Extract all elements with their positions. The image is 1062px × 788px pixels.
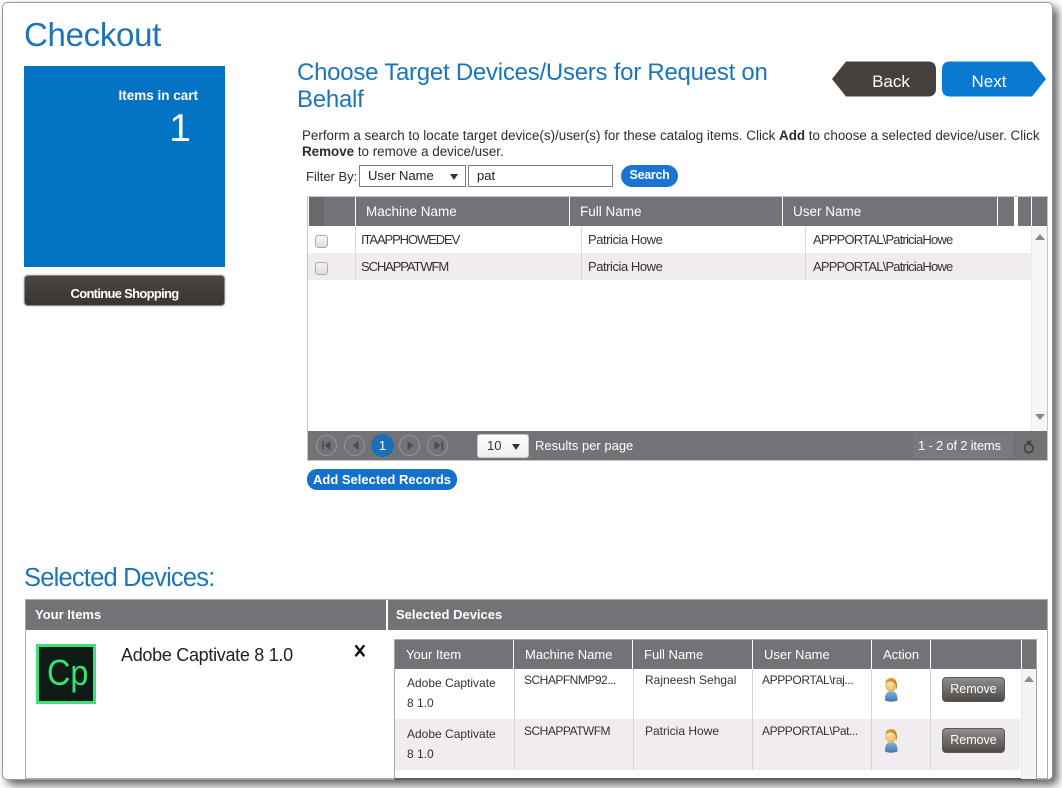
svg-text:Next: Next (972, 72, 1007, 91)
svg-text:Back: Back (872, 72, 910, 91)
